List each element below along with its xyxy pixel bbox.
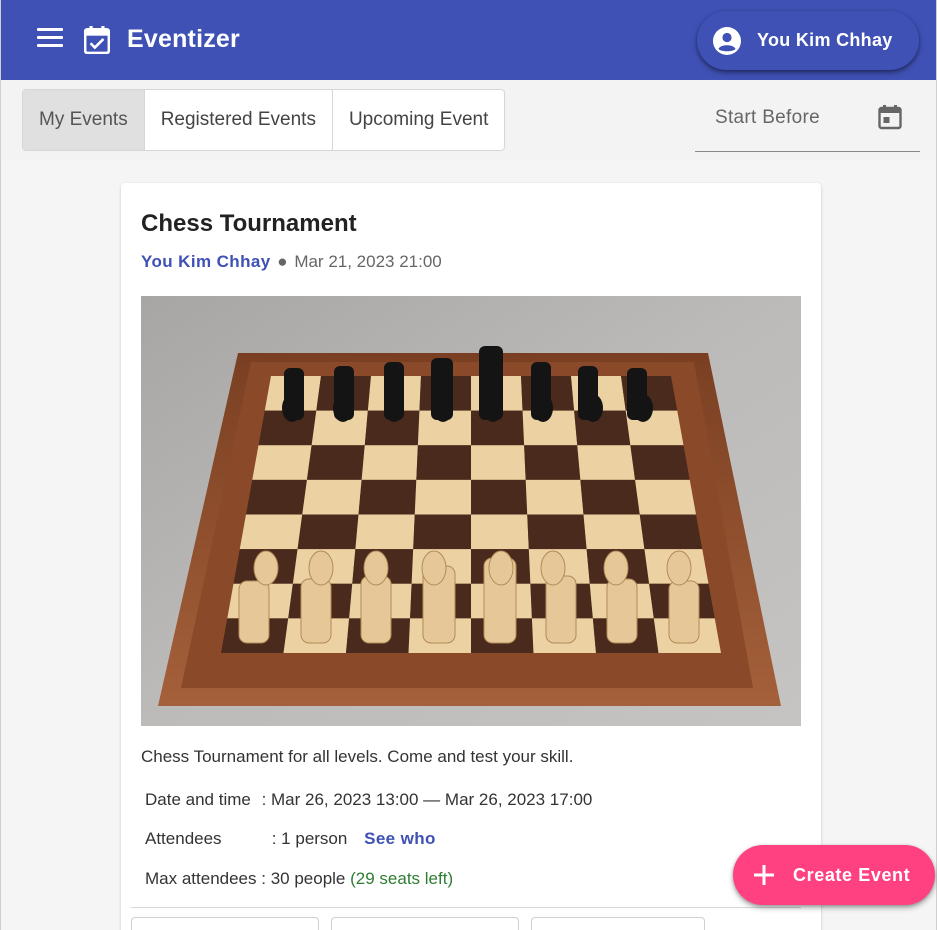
app-title: Eventizer: [127, 25, 240, 53]
organizer-link[interactable]: You Kim Chhay: [141, 252, 271, 271]
seats-left: (29 seats left): [350, 869, 454, 888]
tab-upcoming-event[interactable]: Upcoming Event: [333, 90, 504, 150]
event-description: Chess Tournament for all levels. Come an…: [141, 747, 574, 766]
account-circle-icon: [713, 27, 741, 55]
card-action-button-2[interactable]: [331, 917, 519, 930]
start-before-date-field[interactable]: Start Before: [695, 89, 920, 152]
create-event-button[interactable]: Create Event: [733, 845, 935, 905]
max-attendees-row: Max attendees : 30 people (29 seats left…: [145, 869, 453, 889]
event-title: Chess Tournament: [141, 210, 357, 237]
event-meta: You Kim Chhay ● Mar 21, 2023 21:00: [141, 252, 442, 272]
tab-registered-events[interactable]: Registered Events: [145, 90, 333, 150]
start-before-label: Start Before: [715, 107, 820, 128]
max-attendees-value: : 30 people: [261, 869, 346, 888]
tab-my-events[interactable]: My Events: [23, 90, 145, 150]
attendees-row: Attendees : 1 person See who: [145, 829, 436, 849]
posted-date: Mar 21, 2023 21:00: [294, 252, 442, 271]
app-bar: Eventizer You Kim Chhay: [1, 0, 936, 80]
event-tabs: My Events Registered Events Upcoming Eve…: [22, 89, 506, 151]
date-time-label: Date and time: [145, 790, 251, 809]
date-time-value: : Mar 26, 2023 13:00 — Mar 26, 2023 17:0…: [261, 790, 593, 809]
event-image: [141, 296, 801, 726]
event-list: Chess Tournament You Kim Chhay ● Mar 21,…: [1, 160, 936, 930]
card-divider: [131, 907, 801, 908]
plus-icon: [754, 865, 774, 885]
attendees-label: Attendees: [145, 829, 222, 848]
max-attendees-label: Max attendees: [145, 869, 257, 888]
user-menu-button[interactable]: You Kim Chhay: [697, 11, 919, 70]
user-name: You Kim Chhay: [757, 30, 893, 50]
calendar-icon[interactable]: [878, 104, 902, 130]
meta-separator: ●: [277, 252, 288, 271]
see-who-link[interactable]: See who: [364, 829, 436, 848]
calendar-check-icon: [84, 26, 110, 54]
filter-toolbar: My Events Registered Events Upcoming Eve…: [1, 80, 936, 160]
menu-icon[interactable]: [37, 28, 65, 52]
card-action-button-3[interactable]: [531, 917, 705, 930]
date-time-row: Date and time : Mar 26, 2023 13:00 — Mar…: [145, 790, 592, 810]
card-action-button-1[interactable]: [131, 917, 319, 930]
create-event-label: Create Event: [793, 865, 911, 885]
event-card: Chess Tournament You Kim Chhay ● Mar 21,…: [121, 183, 821, 930]
attendees-value: : 1 person: [271, 829, 348, 848]
